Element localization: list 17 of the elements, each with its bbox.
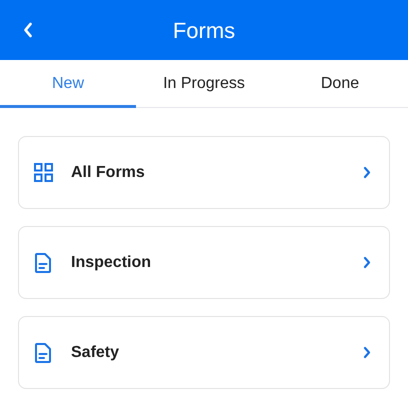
card-label: All Forms <box>71 162 146 182</box>
header-title: Forms <box>172 16 236 44</box>
card-label: Safety <box>71 342 120 362</box>
document-icon <box>35 252 51 272</box>
back-icon <box>23 22 33 38</box>
chevron-right-icon <box>363 346 371 359</box>
grid-icon <box>34 163 52 182</box>
tab[interactable]: Done <box>272 60 408 108</box>
tab[interactable]: New <box>0 60 136 108</box>
form-card[interactable]: Inspection <box>18 226 390 299</box>
form-card[interactable]: All Forms <box>18 136 390 209</box>
chevron-right-icon <box>363 166 371 179</box>
card-label: Inspection <box>71 252 152 272</box>
form-card[interactable]: Safety <box>18 316 390 389</box>
chevron-right-icon <box>363 256 371 269</box>
tab[interactable]: In Progress <box>136 60 272 108</box>
document-icon <box>35 342 51 362</box>
